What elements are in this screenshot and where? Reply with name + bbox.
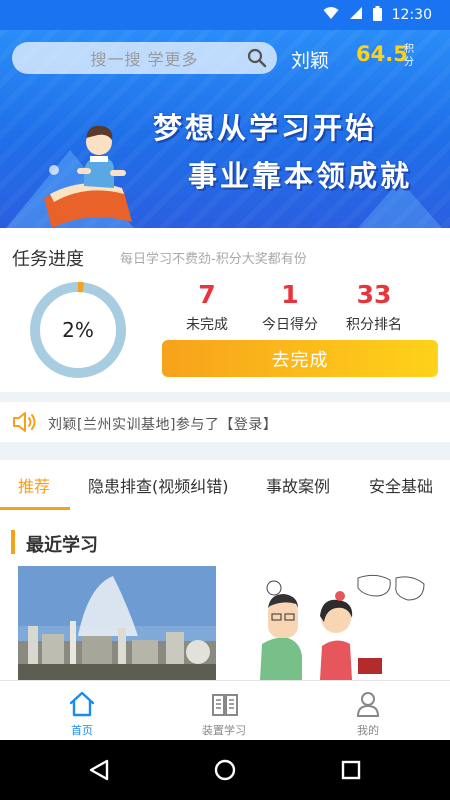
bottom-navigation: 首页 装置学习 我的 bbox=[0, 680, 450, 740]
status-time: 12:30 bbox=[391, 7, 432, 23]
tab-safety-basics[interactable]: 安全基础 bbox=[369, 473, 433, 497]
tab-recommend[interactable]: 推荐 bbox=[18, 473, 50, 497]
task-progress-card: 任务进度 每日学习不费劲-积分大奖都有份 2% 7 未完成 1 今日得分 33 … bbox=[0, 228, 450, 392]
tab-accident-cases[interactable]: 事故案例 bbox=[266, 473, 330, 497]
nav-label: 我的 bbox=[357, 724, 379, 737]
nav-label: 首页 bbox=[71, 724, 93, 737]
stat-label: 积分排名 bbox=[346, 317, 402, 333]
signal-icon bbox=[349, 6, 363, 24]
cartoon-thumbnail[interactable] bbox=[240, 566, 430, 680]
home-button-icon[interactable] bbox=[213, 758, 237, 786]
banner-slogan-line2: 事业靠本领成就 bbox=[188, 159, 413, 193]
system-navigation-bar bbox=[0, 740, 450, 800]
status-bar: 12:30 bbox=[0, 0, 450, 30]
task-progress-subtitle: 每日学习不费劲-积分大奖都有份 bbox=[120, 252, 307, 267]
nav-mine[interactable]: 我的 bbox=[293, 681, 443, 741]
section-divider bbox=[0, 442, 450, 460]
go-complete-button[interactable]: 去完成 bbox=[162, 340, 438, 377]
app-screen: 12:30 搜一搜 学更多 刘颖 64.5 积分 梦想从学习开始 事业靠本领成就 bbox=[0, 0, 450, 800]
notice-text: 刘颖[兰州实训基地]参与了【登录】 bbox=[48, 417, 278, 433]
back-icon[interactable] bbox=[88, 758, 110, 786]
tab-hazard-check[interactable]: 隐患排查(视频纠错) bbox=[88, 473, 229, 497]
points-value[interactable]: 64.5 bbox=[356, 42, 408, 66]
stat-label: 未完成 bbox=[186, 317, 228, 333]
nav-device-learning[interactable]: 装置学习 bbox=[149, 681, 299, 741]
section-divider bbox=[0, 392, 450, 402]
category-tabs: 推荐 隐患排查(视频纠错) 事故案例 安全基础 bbox=[0, 460, 450, 510]
search-input[interactable]: 搜一搜 学更多 bbox=[12, 42, 277, 74]
recent-apps-icon[interactable] bbox=[340, 758, 362, 786]
recent-learning-title: 最近学习 bbox=[26, 535, 98, 556]
active-tab-indicator bbox=[0, 507, 70, 510]
stat-label: 今日得分 bbox=[262, 317, 318, 333]
speaker-icon bbox=[12, 411, 38, 437]
stat-value: 1 bbox=[281, 280, 299, 309]
hero-banner[interactable]: 搜一搜 学更多 刘颖 64.5 积分 梦想从学习开始 事业靠本领成就 bbox=[0, 30, 450, 228]
search-placeholder: 搜一搜 学更多 bbox=[90, 50, 199, 69]
wifi-icon bbox=[323, 6, 339, 24]
stat-uncompleted: 7 未完成 bbox=[162, 280, 252, 334]
reading-boy-illustration bbox=[44, 125, 132, 228]
book-icon bbox=[211, 690, 239, 722]
task-progress-title: 任务进度 bbox=[12, 249, 84, 270]
banner-slogan-line1: 梦想从学习开始 bbox=[153, 111, 378, 145]
stat-value: 7 bbox=[198, 280, 216, 309]
stat-today-score: 1 今日得分 bbox=[245, 280, 335, 334]
points-unit: 积分 bbox=[404, 44, 414, 68]
activity-notice[interactable]: 刘颖[兰州实训基地]参与了【登录】 bbox=[0, 402, 450, 442]
nav-home[interactable]: 首页 bbox=[7, 681, 157, 741]
user-name[interactable]: 刘颖 bbox=[291, 46, 329, 73]
person-icon bbox=[355, 690, 381, 722]
progress-percent: 2% bbox=[62, 318, 94, 342]
refinery-thumbnail[interactable] bbox=[18, 566, 216, 680]
stat-rank: 33 积分排名 bbox=[329, 280, 419, 334]
stat-value: 33 bbox=[356, 280, 392, 309]
nav-label: 装置学习 bbox=[202, 724, 246, 737]
search-icon[interactable] bbox=[247, 48, 267, 72]
battery-icon bbox=[372, 5, 382, 25]
section-accent-bar bbox=[11, 530, 15, 554]
home-icon bbox=[69, 690, 95, 722]
